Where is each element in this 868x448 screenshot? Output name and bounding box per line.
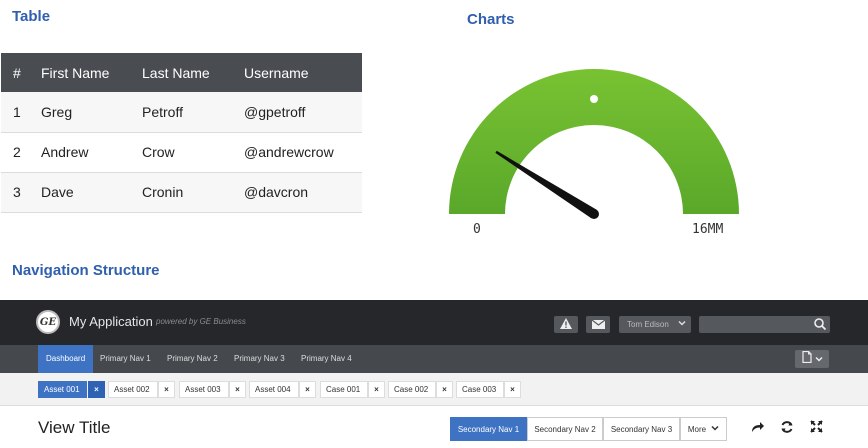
chevron-down-icon [678,319,686,329]
gauge-needle-hub [589,209,599,219]
close-icon[interactable]: × [368,381,385,398]
charts-section-title: Charts [467,11,515,28]
asset-chip[interactable]: Case 003 [456,381,504,398]
messages-button[interactable] [586,316,610,333]
asset-chip[interactable]: Asset 003 [179,381,229,398]
close-icon[interactable]: × [504,381,521,398]
cell-username: @davcron [232,172,362,213]
secondary-nav-3[interactable]: Secondary Nav 3 [603,417,680,441]
mail-icon [591,316,605,334]
close-icon[interactable]: × [436,381,453,398]
cell-username: @andrewcrow [232,132,362,173]
nav-dashboard[interactable]: Dashboard [38,345,94,373]
nav-primary-3[interactable]: Primary Nav 3 [234,345,285,373]
close-icon[interactable]: × [88,381,105,398]
secondary-nav-2[interactable]: Secondary Nav 2 [527,417,603,441]
chevron-down-icon [814,350,823,368]
col-header-username: Username [232,53,362,92]
share-icon [751,420,765,438]
gauge-needle [495,150,597,219]
app-name[interactable]: My Application [69,314,153,329]
refresh-button[interactable] [774,417,799,441]
document-icon [801,350,812,368]
cell-last-name: Petroff [130,92,232,133]
secondary-nav-1[interactable]: Secondary Nav 1 [450,417,527,441]
cell-index: 2 [1,132,29,173]
expand-button[interactable] [804,417,829,441]
document-menu-button[interactable] [795,350,829,368]
warning-icon [560,316,572,334]
users-table: # First Name Last Name Username 1 Greg P… [1,53,362,213]
table-row: 2 Andrew Crow @andrewcrow [1,132,362,173]
cell-last-name: Cronin [130,172,232,213]
col-header-last-name: Last Name [130,53,232,92]
view-title: View Title [38,418,111,437]
cell-index: 1 [1,92,29,133]
primary-nav: Dashboard Primary Nav 1 Primary Nav 2 Pr… [0,345,868,373]
asset-tabs: Asset 001 × Asset 002 × Asset 003 × Asse… [0,373,868,406]
gauge-max-label: 16MM [692,222,724,237]
table-header-row: # First Name Last Name Username [1,53,362,92]
secondary-nav-more[interactable]: More [680,417,727,441]
asset-chip[interactable]: Asset 002 [108,381,158,398]
ge-logo: GE [36,310,60,334]
nav-section-title: Navigation Structure [12,262,160,279]
cell-username: @gpetroff [232,92,362,133]
close-icon[interactable]: × [229,381,246,398]
cell-first-name: Dave [29,172,130,213]
nav-primary-1[interactable]: Primary Nav 1 [100,345,151,373]
share-button[interactable] [745,417,770,441]
nav-primary-4[interactable]: Primary Nav 4 [301,345,352,373]
table-row: 1 Greg Petroff @gpetroff [1,92,362,133]
powered-by: powered by GE Business [156,317,246,326]
close-icon[interactable]: × [158,381,175,398]
col-header-index: # [1,53,29,92]
alerts-button[interactable] [554,316,578,333]
search-icon[interactable] [813,317,827,336]
gauge-min-label: 0 [473,222,481,237]
nav-primary-2[interactable]: Primary Nav 2 [167,345,218,373]
close-icon[interactable]: × [299,381,316,398]
chevron-down-icon [711,424,719,434]
cell-last-name: Crow [130,132,232,173]
refresh-icon [780,420,794,439]
user-dropdown[interactable]: Tom Edison [619,316,691,333]
col-header-first-name: First Name [29,53,130,92]
table-section-title: Table [12,8,51,25]
asset-chip[interactable]: Asset 004 [249,381,299,398]
user-name: Tom Edison [627,320,669,329]
cell-index: 3 [1,172,29,213]
app-header: GE My Application powered by GE Business… [0,300,868,345]
cell-first-name: Greg [29,92,130,133]
more-label: More [687,424,707,434]
asset-chip[interactable]: Case 001 [320,381,368,398]
asset-chip[interactable]: Asset 001 [38,381,87,398]
asset-chip[interactable]: Case 002 [388,381,436,398]
search-input[interactable] [699,316,830,333]
cell-first-name: Andrew [29,132,130,173]
gauge-chart [449,69,739,219]
table-row: 3 Dave Cronin @davcron [1,172,362,213]
gauge-marker-dot [590,95,598,103]
expand-icon [810,420,823,438]
gauge-arc [449,69,739,214]
view-header: View Title Secondary Nav 1 Secondary Nav… [0,406,868,448]
